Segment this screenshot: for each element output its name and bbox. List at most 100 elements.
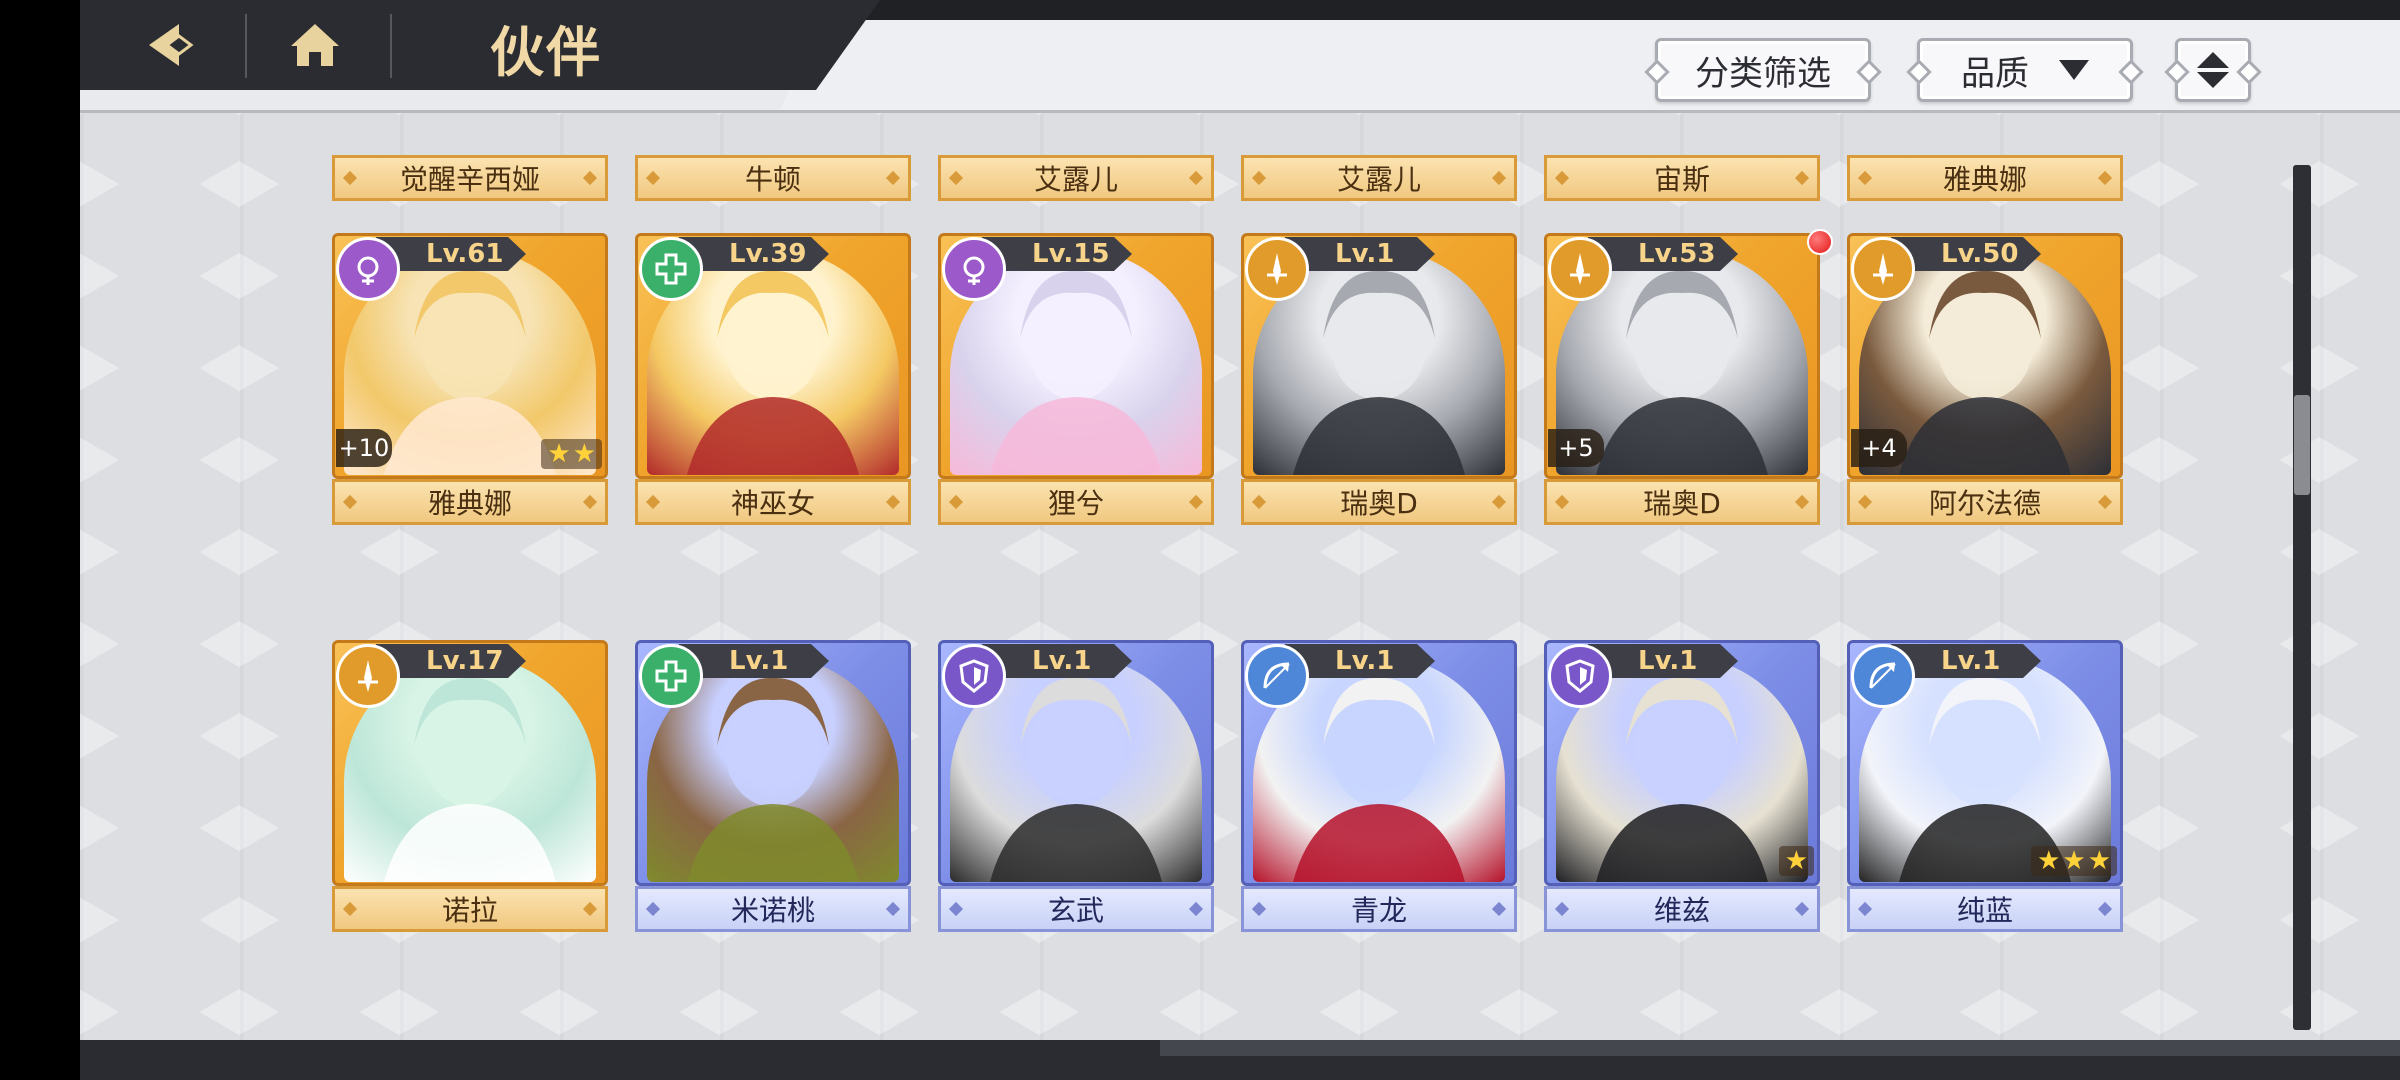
partner-card[interactable]: Lv.50 +4 [1847,233,2123,479]
ornament-diamond [1251,494,1267,510]
partner-nameplate[interactable]: 雅典娜 [332,479,608,525]
nameplate-prev-row[interactable]: 艾露儿 [938,155,1214,201]
ornament-diamond [342,901,358,917]
partner-nameplate[interactable]: 米诺桃 [635,886,911,932]
partner-nameplate[interactable]: 诺拉 [332,886,608,932]
nameplate-label: 宙斯 [1653,163,1710,196]
scrollbar-thumb[interactable] [2294,395,2310,495]
ornament-diamond [1554,170,1570,186]
bottom-bar [80,1040,2400,1080]
partner-card[interactable]: Lv.1 [938,640,1214,886]
ornament-diamond [948,901,964,917]
partner-nameplate[interactable]: 阿尔法德 [1847,479,2123,525]
partner-card[interactable]: Lv.17 [332,640,608,886]
ornament-diamond [2097,494,2113,510]
ornament-diamond [2097,901,2113,917]
quality-label: 品质 [1961,53,2029,94]
element-green-cross-icon [639,237,703,301]
partner-card[interactable]: Lv.39 [635,233,911,479]
ornament-diamond [1251,901,1267,917]
partner-screen: 伙伴 分类筛选 品质 觉醒辛西娅 牛顿 艾露儿 艾露儿 宙斯 雅典娜 Lv.61 +10 ★ ★… [80,0,2400,1080]
partner-card[interactable]: Lv.53 +5 [1544,233,1820,479]
ornament-diamond [1554,901,1570,917]
star-rating: ★ [1778,846,1814,876]
partner-card[interactable]: Lv.61 +10 ★ ★ [332,233,608,479]
quality-sort-dropdown[interactable]: 品质 [1917,38,2133,102]
partner-card[interactable]: Lv.1 [635,640,911,886]
ornament-diamond [1554,494,1570,510]
partner-nameplate[interactable]: 玄武 [938,886,1214,932]
element-gold-sword-icon [1851,237,1915,301]
ornament-diamond [948,170,964,186]
star-icon: ★ [572,439,596,469]
partner-nameplate[interactable]: 神巫女 [635,479,911,525]
ornament-diamond [645,901,661,917]
partner-card[interactable]: Lv.1 [1241,640,1517,886]
enhance-plus-badge: +10 [336,429,392,467]
partner-card[interactable]: Lv.1 [1241,233,1517,479]
partner-nameplate[interactable]: 纯蓝 [1847,886,2123,932]
category-filter-label: 分类筛选 [1695,53,1831,94]
ornament-diamond [582,170,598,186]
ornament-diamond [1188,494,1204,510]
nameplate-label: 雅典娜 [1942,163,2027,196]
category-filter-button[interactable]: 分类筛选 [1655,38,1871,102]
ornament-diamond [582,901,598,917]
partner-nameplate[interactable]: 瑞奥D [1241,479,1517,525]
back-button[interactable] [130,10,220,80]
element-purple-shield-icon [1548,644,1612,708]
nameplate-prev-row[interactable]: 觉醒辛西娅 [332,155,608,201]
partner-card[interactable]: Lv.1 ★ ★ ★ [1847,640,2123,886]
partner-nameplate[interactable]: 瑞奥D [1544,479,1820,525]
ornament-diamond [1188,901,1204,917]
nameplate-label: 艾露儿 [1033,163,1118,196]
element-gold-sword-icon [1548,237,1612,301]
partner-name: 阿尔法德 [1928,487,2041,520]
ornament-diamond [885,494,901,510]
nameplate-prev-row[interactable]: 宙斯 [1544,155,1820,201]
ornament-diamond [1794,901,1810,917]
scrollbar-track[interactable] [2293,165,2311,1030]
partner-nameplate[interactable]: 狸兮 [938,479,1214,525]
partner-card[interactable]: Lv.15 [938,233,1214,479]
nameplate-label: 觉醒辛西娅 [399,163,540,196]
ornament-diamond [1857,170,1873,186]
ornament-diamond [1857,901,1873,917]
element-gold-sword-icon [1245,237,1309,301]
ornament-diamond [1491,494,1507,510]
partner-nameplate[interactable]: 青龙 [1241,886,1517,932]
partner-nameplate[interactable]: 维兹 [1544,886,1820,932]
star-icon: ★ [2087,846,2111,876]
partner-name: 纯蓝 [1956,894,2013,927]
star-icon: ★ [2037,846,2061,876]
partner-name: 玄武 [1047,894,1104,927]
sort-order-button[interactable] [2175,38,2251,102]
partner-name: 青龙 [1350,894,1407,927]
ornament-diamond [645,170,661,186]
ornament-diamond [1794,170,1810,186]
header-divider [390,14,392,78]
partner-name: 诺拉 [441,894,498,927]
nameplate-prev-row[interactable]: 艾露儿 [1241,155,1517,201]
partner-name: 维兹 [1653,894,1710,927]
element-gold-sword-icon [336,644,400,708]
partner-card[interactable]: Lv.1 ★ [1544,640,1820,886]
ornament-diamond [582,494,598,510]
partner-name: 雅典娜 [427,487,512,520]
home-icon [291,24,339,66]
ornament-diamond [342,494,358,510]
partner-name: 米诺桃 [730,894,815,927]
home-button[interactable] [270,10,360,80]
element-blue-bow-icon [1245,644,1309,708]
nameplate-prev-row[interactable]: 牛顿 [635,155,911,201]
partner-name: 神巫女 [730,487,815,520]
top-bar: 伙伴 分类筛选 品质 [80,0,2400,113]
ornament-diamond [342,170,358,186]
element-purple-orb-icon [336,237,400,301]
ornament-diamond [1491,901,1507,917]
notification-dot [1807,229,1833,255]
ornament-diamond [645,494,661,510]
ornament-diamond [1794,494,1810,510]
nameplate-prev-row[interactable]: 雅典娜 [1847,155,2123,201]
ornament-diamond [2097,170,2113,186]
